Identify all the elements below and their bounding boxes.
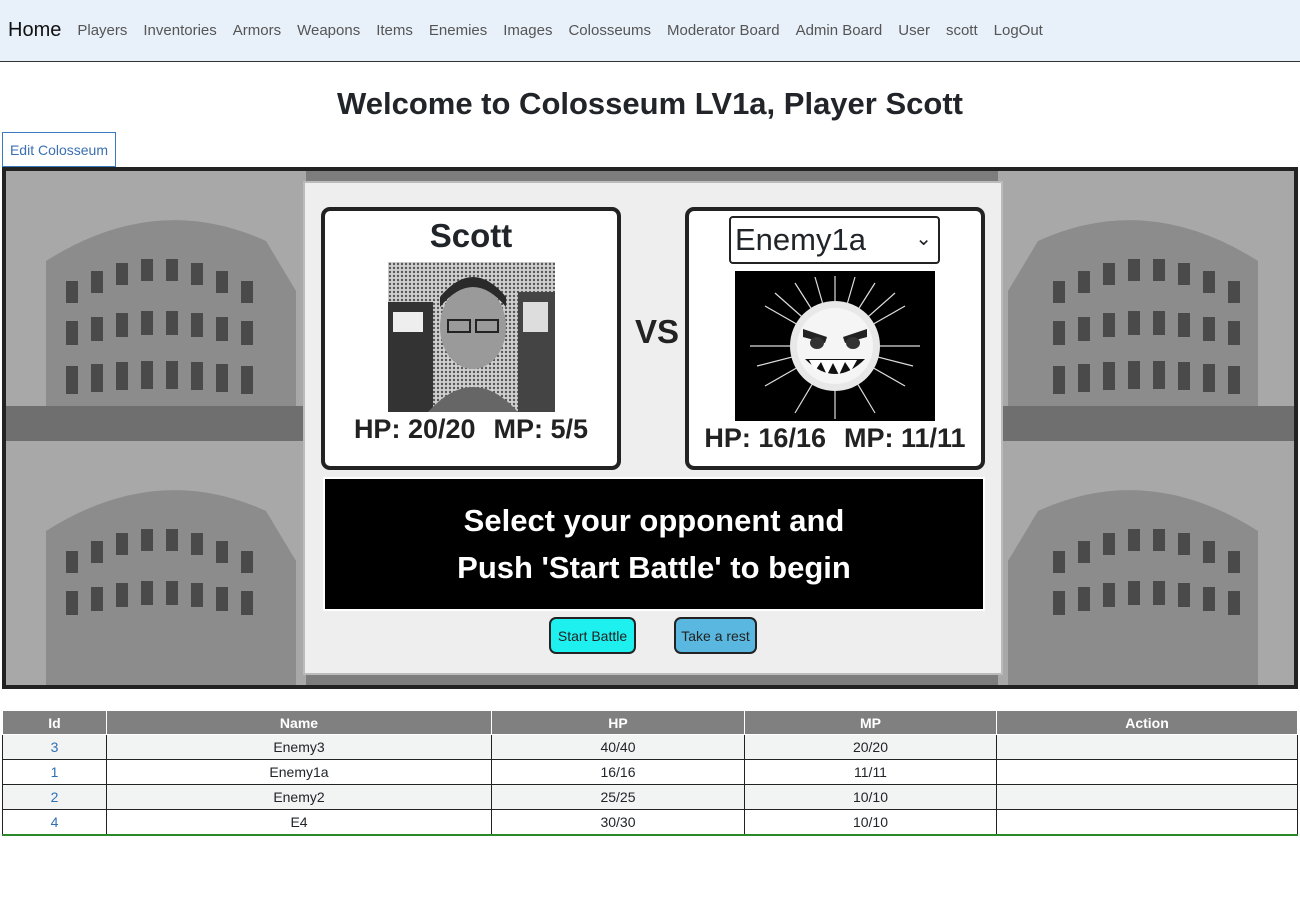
enemy-id-link[interactable]: 2 bbox=[51, 789, 59, 805]
battle-arena: Scott HP: 20/20 MP: 5/5 VS Enemy1a ⌄ HP:… bbox=[2, 167, 1298, 689]
column-header-id: Id bbox=[2, 710, 107, 735]
enemy-id-link[interactable]: 4 bbox=[51, 814, 59, 830]
cell-name: Enemy2 bbox=[106, 784, 492, 810]
start-battle-button[interactable]: Start Battle bbox=[549, 617, 636, 654]
column-header-name: Name bbox=[106, 710, 492, 735]
table-row: 2 Enemy2 25/25 10/10 bbox=[2, 784, 1298, 810]
cell-mp: 10/10 bbox=[744, 784, 997, 810]
cell-name: Enemy3 bbox=[106, 734, 492, 760]
player-stats: HP: 20/20 MP: 5/5 bbox=[325, 414, 617, 445]
player-mp: MP: 5/5 bbox=[493, 414, 589, 444]
battle-message-line: Select your opponent and bbox=[463, 503, 845, 538]
nav-weapons-link[interactable]: Weapons bbox=[297, 22, 360, 39]
versus-label: VS bbox=[635, 313, 680, 350]
enemy-id-link[interactable]: 3 bbox=[51, 739, 59, 755]
colosseum-background-image bbox=[6, 441, 306, 685]
enemy-select-value: Enemy1a bbox=[735, 222, 866, 257]
cell-name: E4 bbox=[106, 809, 492, 835]
table-row: 4 E4 30/30 10/10 bbox=[2, 809, 1298, 835]
cell-id: 2 bbox=[2, 784, 107, 810]
cell-mp: 10/10 bbox=[744, 809, 997, 835]
nav-armors-link[interactable]: Armors bbox=[233, 22, 281, 39]
cell-hp: 40/40 bbox=[491, 734, 745, 760]
cell-action bbox=[996, 734, 1298, 760]
enemy-mp: MP: 11/11 bbox=[843, 423, 966, 453]
player-portrait-image bbox=[388, 262, 555, 412]
enemy-card: Enemy1a ⌄ HP: 16/16 MP: 11/11 bbox=[685, 207, 985, 470]
enemy-stats: HP: 16/16 MP: 11/11 bbox=[689, 423, 981, 454]
nav-admin-board-link[interactable]: Admin Board bbox=[796, 22, 883, 39]
player-name: Scott bbox=[429, 217, 513, 254]
chevron-down-icon: ⌄ bbox=[915, 228, 932, 250]
nav-user-link[interactable]: User bbox=[898, 22, 930, 39]
battle-message-box: Select your opponent and Push 'Start Bat… bbox=[323, 477, 985, 611]
enemy-select-dropdown[interactable]: Enemy1a ⌄ bbox=[729, 216, 940, 264]
take-rest-button[interactable]: Take a rest bbox=[674, 617, 757, 654]
nav-profile-link[interactable]: scott bbox=[946, 22, 978, 39]
table-row: 1 Enemy1a 16/16 11/11 bbox=[2, 759, 1298, 785]
cell-action bbox=[996, 759, 1298, 785]
cell-id: 3 bbox=[2, 734, 107, 760]
column-header-mp: MP bbox=[744, 710, 997, 735]
column-header-hp: HP bbox=[491, 710, 745, 735]
nav-moderator-board-link[interactable]: Moderator Board bbox=[667, 22, 780, 39]
colosseum-background-image bbox=[6, 171, 306, 441]
cell-name: Enemy1a bbox=[106, 759, 492, 785]
nav-logout-link[interactable]: LogOut bbox=[994, 22, 1043, 39]
battle-message-line: Push 'Start Battle' to begin bbox=[457, 550, 851, 585]
cell-mp: 11/11 bbox=[744, 759, 997, 785]
nav-enemies-link[interactable]: Enemies bbox=[429, 22, 487, 39]
cell-hp: 16/16 bbox=[491, 759, 745, 785]
cell-action bbox=[996, 784, 1298, 810]
cell-hp: 25/25 bbox=[491, 784, 745, 810]
colosseum-background-image bbox=[998, 441, 1294, 685]
battle-panel: Scott HP: 20/20 MP: 5/5 VS Enemy1a ⌄ HP:… bbox=[303, 181, 1003, 675]
nav-players-link[interactable]: Players bbox=[77, 22, 127, 39]
cell-id: 4 bbox=[2, 809, 107, 835]
cell-action bbox=[996, 809, 1298, 835]
nav-inventories-link[interactable]: Inventories bbox=[143, 22, 216, 39]
column-header-action: Action bbox=[996, 710, 1298, 735]
enemy-table: Id Name HP MP Action 3 Enemy3 40/40 20/2… bbox=[2, 710, 1298, 836]
enemy-portrait-image bbox=[735, 271, 935, 421]
page-title: Welcome to Colosseum LV1a, Player Scott bbox=[337, 86, 963, 121]
enemy-id-link[interactable]: 1 bbox=[51, 764, 59, 780]
cell-hp: 30/30 bbox=[491, 809, 745, 835]
cell-id: 1 bbox=[2, 759, 107, 785]
table-header-row: Id Name HP MP Action bbox=[2, 710, 1298, 735]
cell-mp: 20/20 bbox=[744, 734, 997, 760]
table-row: 3 Enemy3 40/40 20/20 bbox=[2, 734, 1298, 760]
nav-images-link[interactable]: Images bbox=[503, 22, 552, 39]
player-card: Scott HP: 20/20 MP: 5/5 bbox=[321, 207, 621, 470]
edit-colosseum-button[interactable]: Edit Colosseum bbox=[2, 132, 116, 167]
top-navbar: Home Players Inventories Armors Weapons … bbox=[0, 0, 1300, 62]
player-hp: HP: 20/20 bbox=[353, 414, 476, 444]
enemy-hp: HP: 16/16 bbox=[704, 423, 826, 453]
colosseum-background-image bbox=[998, 171, 1294, 441]
nav-items-link[interactable]: Items bbox=[376, 22, 413, 39]
nav-home-link[interactable]: Home bbox=[8, 19, 61, 42]
nav-colosseums-link[interactable]: Colosseums bbox=[568, 22, 651, 39]
